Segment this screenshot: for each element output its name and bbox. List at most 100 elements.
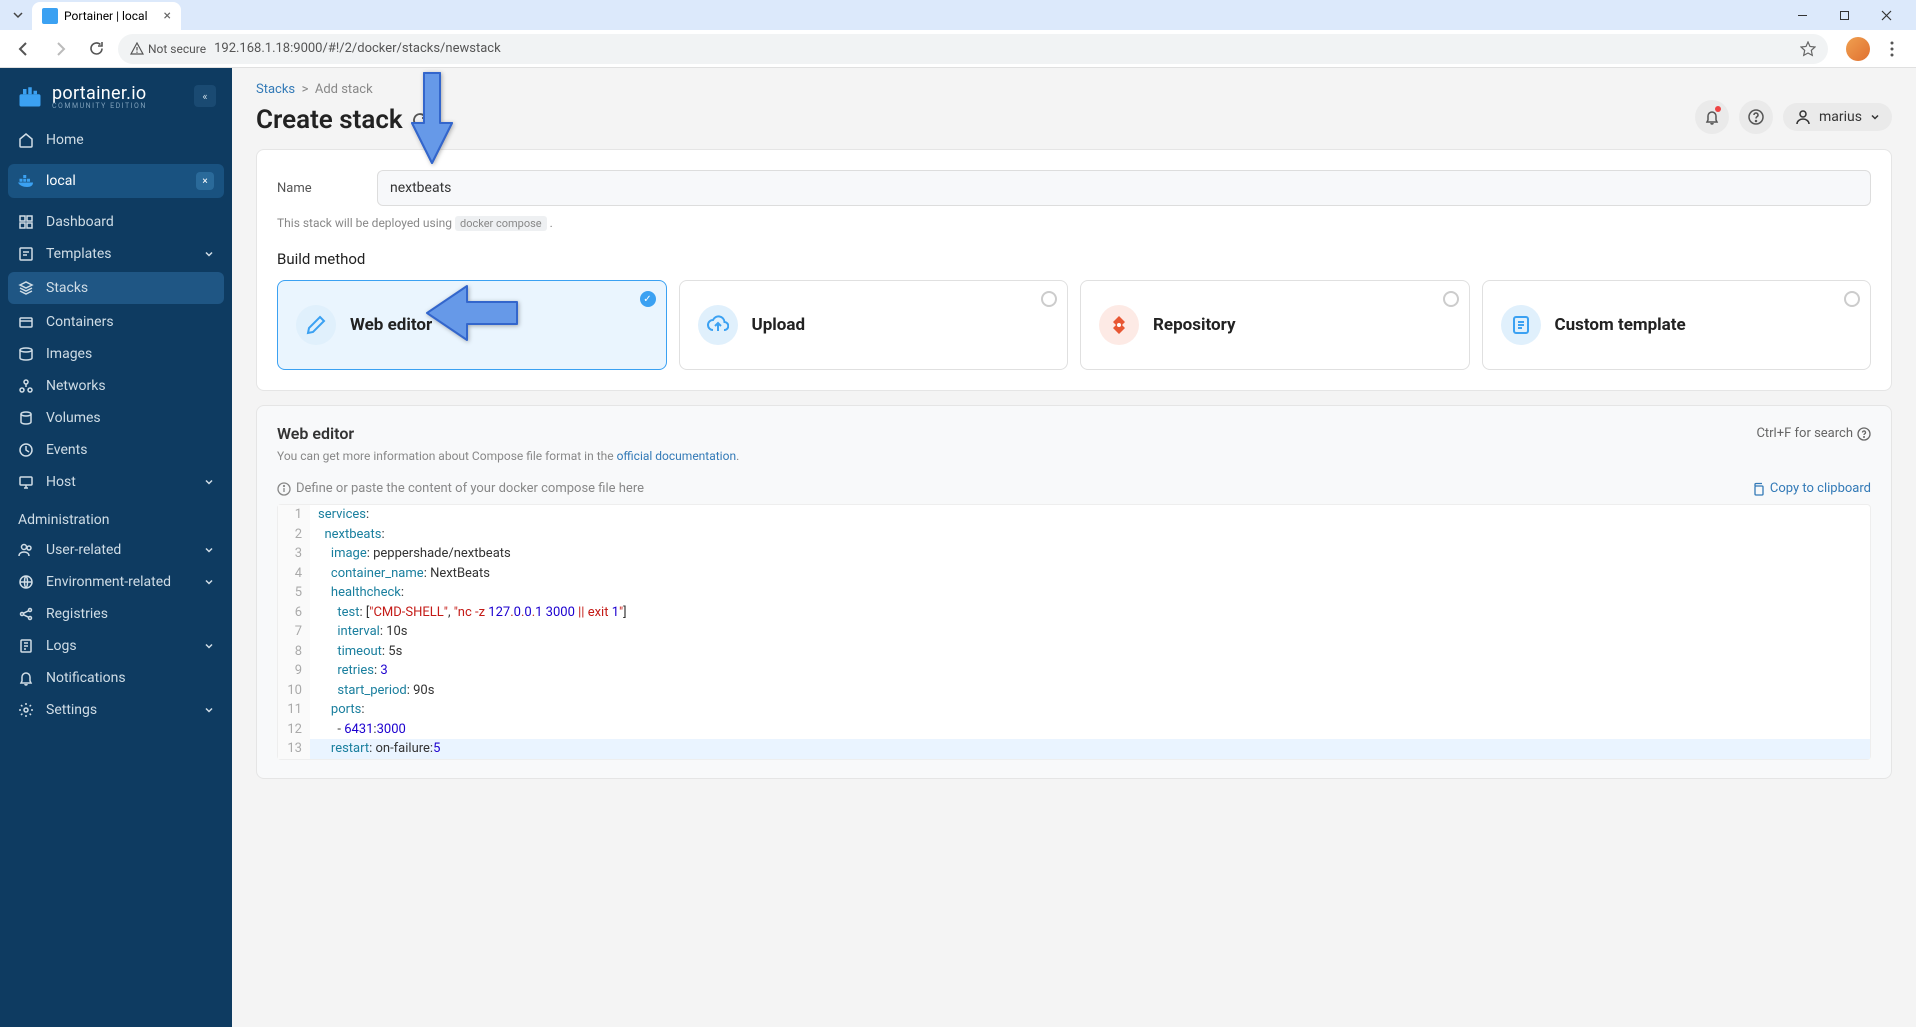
sidebar-item-dashboard[interactable]: Dashboard bbox=[0, 206, 232, 238]
security-indicator[interactable]: Not secure bbox=[130, 42, 206, 56]
logo-area: portainer.io COMMUNITY EDITION « bbox=[0, 68, 232, 124]
address-bar[interactable]: Not secure 192.168.1.18:9000/#!/2/docker… bbox=[118, 34, 1828, 64]
forward-button[interactable] bbox=[46, 35, 74, 63]
sidebar-item-label: Settings bbox=[46, 702, 97, 718]
deploy-hint: This stack will be deployed using docker… bbox=[277, 216, 1871, 230]
sidebar: portainer.io COMMUNITY EDITION « Home lo… bbox=[0, 68, 232, 1027]
notifications-button[interactable] bbox=[1695, 100, 1729, 134]
sidebar-item-registries[interactable]: Registries bbox=[0, 598, 232, 630]
code-line[interactable]: 7 interval: 10s bbox=[278, 622, 1870, 642]
back-button[interactable] bbox=[10, 35, 38, 63]
build-method-upload[interactable]: Upload bbox=[679, 280, 1069, 370]
copy-to-clipboard-button[interactable]: Copy to clipboard bbox=[1751, 481, 1871, 496]
registries-icon bbox=[18, 606, 34, 622]
code-editor[interactable]: 1services:2 nextbeats:3 image: peppersha… bbox=[277, 504, 1871, 760]
sidebar-item-events[interactable]: Events bbox=[0, 434, 232, 466]
build-method-custom-template[interactable]: Custom template bbox=[1482, 280, 1872, 370]
refresh-icon[interactable] bbox=[411, 111, 429, 129]
method-title: Repository bbox=[1153, 315, 1236, 335]
code-line[interactable]: 1services: bbox=[278, 505, 1870, 525]
sidebar-item-templates[interactable]: Templates bbox=[0, 238, 232, 270]
environment-selector[interactable]: local × bbox=[8, 164, 224, 198]
sidebar-item-containers[interactable]: Containers bbox=[0, 306, 232, 338]
sidebar-item-host[interactable]: Host bbox=[0, 466, 232, 498]
code-line[interactable]: 5 healthcheck: bbox=[278, 583, 1870, 603]
sidebar-item-environment-related[interactable]: Environment-related bbox=[0, 566, 232, 598]
profile-avatar[interactable] bbox=[1846, 37, 1870, 61]
docker-icon bbox=[18, 174, 36, 188]
users-icon bbox=[18, 542, 34, 558]
code-line[interactable]: 10 start_period: 90s bbox=[278, 681, 1870, 701]
environment-close-icon[interactable]: × bbox=[196, 172, 214, 190]
sidebar-item-settings[interactable]: Settings bbox=[0, 694, 232, 726]
line-number: 13 bbox=[278, 739, 310, 759]
sidebar-item-volumes[interactable]: Volumes bbox=[0, 402, 232, 434]
code-line[interactable]: 13 restart: on-failure:5 bbox=[278, 739, 1870, 759]
code-line[interactable]: 11 ports: bbox=[278, 700, 1870, 720]
sidebar-item-images[interactable]: Images bbox=[0, 338, 232, 370]
bookmark-star-icon[interactable] bbox=[1800, 41, 1816, 57]
favicon bbox=[42, 8, 58, 24]
breadcrumb-link-stacks[interactable]: Stacks bbox=[256, 82, 295, 97]
radio-indicator: ✓ bbox=[640, 291, 656, 307]
close-tab-icon[interactable]: × bbox=[164, 8, 171, 24]
chevron-down-icon bbox=[1870, 112, 1880, 122]
code-line[interactable]: 12 - 6431:3000 bbox=[278, 720, 1870, 740]
code-line[interactable]: 8 timeout: 5s bbox=[278, 642, 1870, 662]
tab-list-dropdown[interactable] bbox=[8, 5, 28, 25]
line-number: 5 bbox=[278, 583, 310, 603]
code-line[interactable]: 4 container_name: NextBeats bbox=[278, 564, 1870, 584]
build-method-repository[interactable]: Repository bbox=[1080, 280, 1470, 370]
build-method-web-editor[interactable]: Web editor✓ bbox=[277, 280, 667, 370]
sidebar-item-networks[interactable]: Networks bbox=[0, 370, 232, 402]
stack-form-card: Name This stack will be deployed using d… bbox=[256, 149, 1892, 391]
code-line[interactable]: 6 test: ["CMD-SHELL", "nc -z 127.0.0.1 3… bbox=[278, 603, 1870, 623]
reload-button[interactable] bbox=[82, 35, 110, 63]
username-label: marius bbox=[1819, 109, 1862, 125]
help-icon bbox=[1748, 109, 1764, 125]
line-number: 2 bbox=[278, 525, 310, 545]
window-maximize-button[interactable] bbox=[1830, 5, 1858, 25]
sidebar-item-label: Events bbox=[46, 442, 87, 458]
line-number: 12 bbox=[278, 720, 310, 740]
code-line[interactable]: 3 image: peppershade/nextbeats bbox=[278, 544, 1870, 564]
upload-icon bbox=[698, 305, 738, 345]
help-button[interactable] bbox=[1739, 100, 1773, 134]
window-close-button[interactable] bbox=[1872, 5, 1900, 25]
browser-toolbar: Not secure 192.168.1.18:9000/#!/2/docker… bbox=[0, 30, 1916, 68]
line-number: 9 bbox=[278, 661, 310, 681]
sidebar-item-label: Environment-related bbox=[46, 574, 171, 590]
code-line[interactable]: 9 retries: 3 bbox=[278, 661, 1870, 681]
user-menu[interactable]: marius bbox=[1783, 103, 1892, 131]
chevron-down-icon bbox=[204, 705, 214, 715]
code-line[interactable]: 2 nextbeats: bbox=[278, 525, 1870, 545]
main-content: Stacks > Add stack Create stack bbox=[232, 68, 1916, 1027]
browser-tab[interactable]: Portainer | local × bbox=[32, 2, 181, 30]
sidebar-item-stacks[interactable]: Stacks bbox=[8, 272, 224, 304]
web-editor-icon bbox=[296, 305, 336, 345]
sidebar-item-notifications[interactable]: Notifications bbox=[0, 662, 232, 694]
editor-section: Web editor Ctrl+F for search You can get… bbox=[256, 405, 1892, 779]
window-minimize-button[interactable] bbox=[1788, 5, 1816, 25]
logo-text: portainer.io bbox=[52, 83, 147, 104]
admin-section-title: Administration bbox=[0, 498, 232, 534]
sidebar-item-user-related[interactable]: User-related bbox=[0, 534, 232, 566]
sidebar-collapse-button[interactable]: « bbox=[194, 85, 216, 107]
environment-name: local bbox=[46, 173, 76, 189]
sidebar-item-home[interactable]: Home bbox=[0, 124, 232, 156]
sidebar-item-label: User-related bbox=[46, 542, 121, 558]
docs-link[interactable]: official documentation bbox=[617, 449, 737, 463]
code-content: services: bbox=[310, 505, 1870, 525]
settings-icon bbox=[18, 702, 34, 718]
stack-name-input[interactable] bbox=[377, 170, 1871, 206]
radio-indicator bbox=[1844, 291, 1860, 307]
chevron-down-icon bbox=[204, 249, 214, 259]
build-method-label: Build method bbox=[277, 250, 1871, 268]
editor-description: You can get more information about Compo… bbox=[277, 449, 1871, 463]
code-content: start_period: 90s bbox=[310, 681, 1870, 701]
line-number: 6 bbox=[278, 603, 310, 623]
help-icon bbox=[1857, 427, 1871, 441]
sidebar-item-logs[interactable]: Logs bbox=[0, 630, 232, 662]
browser-menu-button[interactable] bbox=[1878, 41, 1906, 57]
page-title: Create stack bbox=[256, 105, 429, 135]
